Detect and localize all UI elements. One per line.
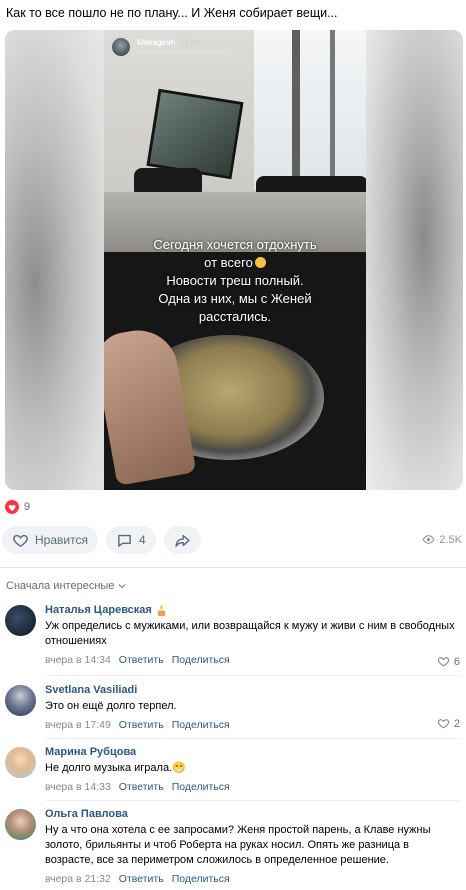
caption-line: Сегодня хочется отдохнуть	[153, 237, 317, 252]
comment-meta: вчера в 21:32 Ответить Поделиться	[45, 873, 460, 886]
share-comment-button[interactable]: Поделиться	[172, 654, 230, 666]
media-blur-right	[365, 30, 463, 490]
comment-body: Ольга Павлова Ну а что она хотела с ее з…	[45, 807, 460, 886]
share-comment-button[interactable]: Поделиться	[172, 781, 230, 793]
views-count: 2.5K	[439, 533, 462, 546]
window-frame	[330, 30, 335, 190]
share-icon	[175, 534, 190, 547]
comments-sort-dropdown[interactable]: Сначала интересные	[6, 580, 127, 592]
like-button[interactable]: Нравится	[2, 526, 98, 554]
heart-outline-icon	[437, 657, 450, 667]
share-comment-button[interactable]: Поделиться	[172, 873, 230, 885]
story-meta: klavagesh 13 мин. Бумеранг: автор: instag…	[137, 36, 232, 58]
comment-time[interactable]: вчера в 14:33	[45, 781, 111, 793]
comment-text: Уж определись с мужиками, или возвращайс…	[45, 620, 455, 647]
comment-author-row: Наталья Царевская	[45, 603, 460, 617]
post-text: Как то все пошло не по плану... И Женя с…	[6, 6, 338, 20]
story-tv	[146, 88, 244, 180]
comment-author[interactable]: Ольга Павлова	[45, 807, 128, 821]
likes-count: 9	[24, 501, 31, 513]
avatar[interactable]	[5, 685, 36, 716]
comment-time[interactable]: вчера в 14:34	[45, 654, 111, 666]
divider	[0, 567, 466, 568]
story-header: klavagesh 13 мин. Бумеранг: автор: instag…	[111, 36, 232, 58]
share-comment-button[interactable]: Поделиться	[172, 719, 230, 731]
story-screenshot: klavagesh 13 мин. Бумеранг: автор: instag…	[104, 30, 366, 490]
heart-badge-icon	[5, 500, 19, 514]
caption-line: расстались.	[198, 309, 272, 324]
reply-button[interactable]: Ответить	[119, 781, 164, 793]
share-button[interactable]	[163, 526, 201, 554]
comments-count: 4	[138, 533, 146, 547]
comment-time[interactable]: вчера в 17:49	[45, 719, 111, 731]
reply-button[interactable]: Ответить	[119, 873, 164, 885]
story-avatar	[111, 37, 131, 57]
heart-outline-icon	[13, 534, 28, 547]
comment-icon	[118, 534, 131, 547]
story-caption: Сегодня хочется отдохнуть от всего Новос…	[104, 236, 366, 326]
caption-line: Одна из них, мы с Женей	[158, 291, 312, 306]
candle-emoji-icon	[157, 604, 166, 616]
comment-button[interactable]: 4	[105, 526, 156, 554]
caption-line: Новости треш полный.	[166, 273, 304, 288]
comment-like-button[interactable]: 2	[437, 717, 460, 730]
story-username: klavagesh	[137, 38, 176, 47]
comment-author[interactable]: Svetlana Vasiliadi	[45, 683, 137, 697]
comment-body: Svetlana Vasiliadi Это он ещё долго терп…	[45, 683, 460, 732]
story-time: 13 мин.	[179, 38, 208, 47]
post-media[interactable]: klavagesh 13 мин. Бумеранг: автор: instag…	[5, 30, 463, 490]
like-button-label: Нравится	[35, 533, 88, 547]
heart-outline-icon	[437, 719, 450, 729]
comment-author[interactable]: Наталья Царевская	[45, 603, 152, 617]
sort-label: Сначала интересные	[6, 580, 115, 592]
comment-meta: вчера в 14:34 Ответить Поделиться	[45, 654, 460, 667]
comment-meta: вчера в 17:49 Ответить Поделиться	[45, 719, 460, 732]
comment-text: Ну а что она хотела с ее запросами? Женя…	[45, 824, 431, 866]
comment-author-row: Svetlana Vasiliadi	[45, 683, 460, 697]
story-subline: Бумеранг: автор: instagram. li	[137, 49, 232, 56]
comment-time[interactable]: вчера в 21:32	[45, 873, 111, 885]
comment-like-count: 2	[453, 717, 460, 730]
views-counter: 2.5K	[422, 533, 462, 546]
more-vertical-icon: ⋮	[348, 37, 360, 51]
reply-button[interactable]: Ответить	[119, 654, 164, 666]
reactions-summary[interactable]: 9	[5, 500, 30, 514]
comment-author-row: Ольга Павлова	[45, 807, 460, 821]
divider	[45, 675, 460, 676]
eye-icon	[422, 535, 435, 544]
comment-body: Марина Рубцова Не долго музыка играла.😁 …	[45, 745, 460, 794]
comment-like-button[interactable]: 6	[437, 655, 460, 668]
window-frame	[292, 30, 300, 190]
comment-meta: вчера в 14:33 Ответить Поделиться	[45, 781, 460, 794]
comment-author-row: Марина Рубцова	[45, 745, 460, 759]
divider	[45, 800, 460, 801]
comment-text: Это он ещё долго терпел.	[45, 700, 177, 712]
divider	[45, 738, 460, 739]
story-window	[254, 30, 366, 190]
chevron-down-icon	[118, 583, 127, 589]
media-blur-left	[5, 30, 105, 490]
avatar[interactable]	[5, 747, 36, 778]
comment-body: Наталья Царевская Уж определись с мужика…	[45, 603, 460, 667]
avatar[interactable]	[5, 605, 36, 636]
comment-like-count: 6	[453, 655, 460, 668]
avatar[interactable]	[5, 809, 36, 840]
comment-text: Не долго музыка играла.😁	[45, 762, 186, 774]
caption-line: от всего	[104, 254, 366, 272]
post-actions: Нравится 4	[2, 526, 209, 554]
comment-author[interactable]: Марина Рубцова	[45, 745, 136, 759]
smile-emoji-icon	[254, 257, 266, 268]
reply-button[interactable]: Ответить	[119, 719, 164, 731]
